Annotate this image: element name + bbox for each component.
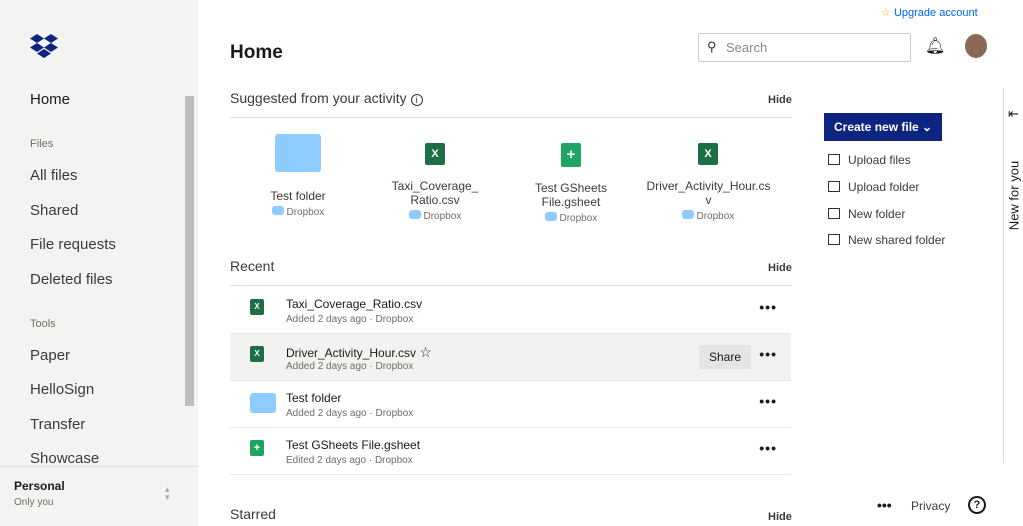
item-name: Test folder [270,189,326,203]
help-icon[interactable]: ? [968,496,986,514]
excel-file-icon: X [698,143,718,165]
excel-file-icon: X [250,299,264,315]
search-placeholder: Search [726,40,768,55]
upload-folder-icon [828,181,840,192]
collapse-icon[interactable]: ⇤ [1008,106,1019,122]
new-for-you-panel[interactable]: ⇤ New for you [1003,88,1023,463]
item-location: Dropbox [423,211,462,222]
new-for-you-label: New for you [1006,160,1022,231]
item-location: Dropbox [559,213,598,224]
suggested-item[interactable]: X Taxi_Coverage_Ratio.csv Dropbox [370,143,500,222]
folder-icon [828,208,840,219]
new-folder-button[interactable]: New folder [828,207,905,221]
more-options-icon[interactable]: ••• [759,346,777,362]
folder-icon [250,393,276,413]
create-new-file-button[interactable]: Create new file ⌄ [824,113,943,141]
item-name: Taxi_Coverage_Ratio.csv [391,179,479,207]
suggested-item[interactable]: + Test GSheets File.gsheet Dropbox [506,143,636,224]
item-location: Dropbox [696,211,735,222]
upload-files-button[interactable]: Upload files [828,153,911,167]
file-meta: Added 2 days ago · Dropbox [286,314,414,325]
sidebar-item-transfer[interactable]: Transfer [30,416,85,433]
account-switcher[interactable]: Personal Only you ▴ ▾ [0,466,198,526]
suggested-heading: Suggested from your activity i [230,90,423,106]
recent-heading: Recent [230,258,275,274]
dropbox-logo-icon[interactable] [30,34,58,58]
star-icon[interactable]: ☆ [419,344,432,360]
share-button[interactable]: Share [699,345,752,369]
file-name[interactable]: Driver_Activity_Hour.csv ☆ [286,344,432,361]
more-icon[interactable]: ••• [877,497,892,513]
upload-folder-button[interactable]: Upload folder [828,180,919,194]
sidebar-item-home[interactable]: Home [30,91,70,108]
excel-file-icon: X [250,346,264,362]
upgrade-label: Upgrade account [893,7,978,19]
sidebar-item-hellosign[interactable]: HelloSign [30,381,94,398]
sidebar-item-file-requests[interactable]: File requests [30,236,116,253]
sidebar-item-all-files[interactable]: All files [30,167,78,184]
account-name: Personal [14,479,65,493]
main-content: ☆ Upgrade account Home ⚲ Search 🔔︎ Sugges… [198,0,1023,526]
table-row[interactable]: X Driver_Activity_Hour.csv ☆ Added 2 day… [230,334,791,381]
folder-icon [544,212,557,221]
account-sub: Only you [14,497,54,508]
avatar[interactable] [965,34,987,58]
starred-hide-button[interactable]: Hide [768,511,792,523]
tools-heading: Tools [30,318,56,330]
item-name: Test GSheets File.gsheet [534,181,608,209]
privacy-link[interactable]: Privacy [911,499,950,513]
table-row[interactable]: + Test GSheets File.gsheet Edited 2 days… [230,428,791,475]
file-name[interactable]: Taxi_Coverage_Ratio.csv [286,297,422,311]
more-options-icon[interactable]: ••• [759,440,777,456]
sidebar-scrollbar[interactable] [185,96,194,406]
new-shared-folder-button[interactable]: New shared folder [828,233,945,247]
file-name[interactable]: Test GSheets File.gsheet [286,438,420,452]
gsheet-file-icon: + [250,440,264,456]
sidebar-item-showcase[interactable]: Showcase [30,450,99,467]
table-row[interactable]: X Taxi_Coverage_Ratio.csv Added 2 days a… [230,287,791,334]
sidebar-item-deleted-files[interactable]: Deleted files [30,271,113,288]
star-icon: ☆ [881,7,891,19]
sidebar-item-paper[interactable]: Paper [30,347,70,364]
chevron-down-icon: ⌄ [922,120,933,134]
page-title: Home [230,42,283,63]
folder-icon [271,206,284,215]
suggested-item[interactable]: Test folder Dropbox [233,134,363,218]
bell-icon[interactable]: 🔔︎ [925,36,945,56]
recent-hide-button[interactable]: Hide [768,262,792,274]
files-heading: Files [30,138,54,150]
file-meta: Added 2 days ago · Dropbox [286,361,414,372]
upload-file-icon [828,154,840,165]
file-name[interactable]: Test folder [286,391,341,405]
file-meta: Edited 2 days ago · Dropbox [286,455,413,466]
starred-heading: Starred [230,506,276,522]
more-options-icon[interactable]: ••• [759,393,777,409]
folder-icon [275,134,321,172]
shared-folder-icon [828,234,840,245]
more-options-icon[interactable]: ••• [759,299,777,315]
folder-icon [408,210,421,219]
upgrade-account-link[interactable]: ☆ Upgrade account [881,6,978,19]
item-location: Dropbox [286,207,325,218]
suggested-hide-button[interactable]: Hide [768,94,792,106]
info-icon[interactable]: i [410,94,423,106]
table-row[interactable]: Test folder Added 2 days ago · Dropbox •… [230,381,791,428]
search-icon: ⚲ [707,39,717,54]
folder-icon [681,210,694,219]
file-meta: Added 2 days ago · Dropbox [286,408,414,419]
gsheet-file-icon: + [561,143,581,167]
excel-file-icon: X [425,143,445,165]
suggested-item[interactable]: X Driver_Activity_Hour.csv Dropbox [643,143,773,222]
sidebar-item-shared[interactable]: Shared [30,202,78,219]
sidebar: Home Files All files Shared File request… [0,0,198,526]
chevron-updown-icon: ▴ ▾ [165,484,170,502]
search-input[interactable]: ⚲ Search [698,33,911,62]
item-name: Driver_Activity_Hour.csv [646,179,771,207]
